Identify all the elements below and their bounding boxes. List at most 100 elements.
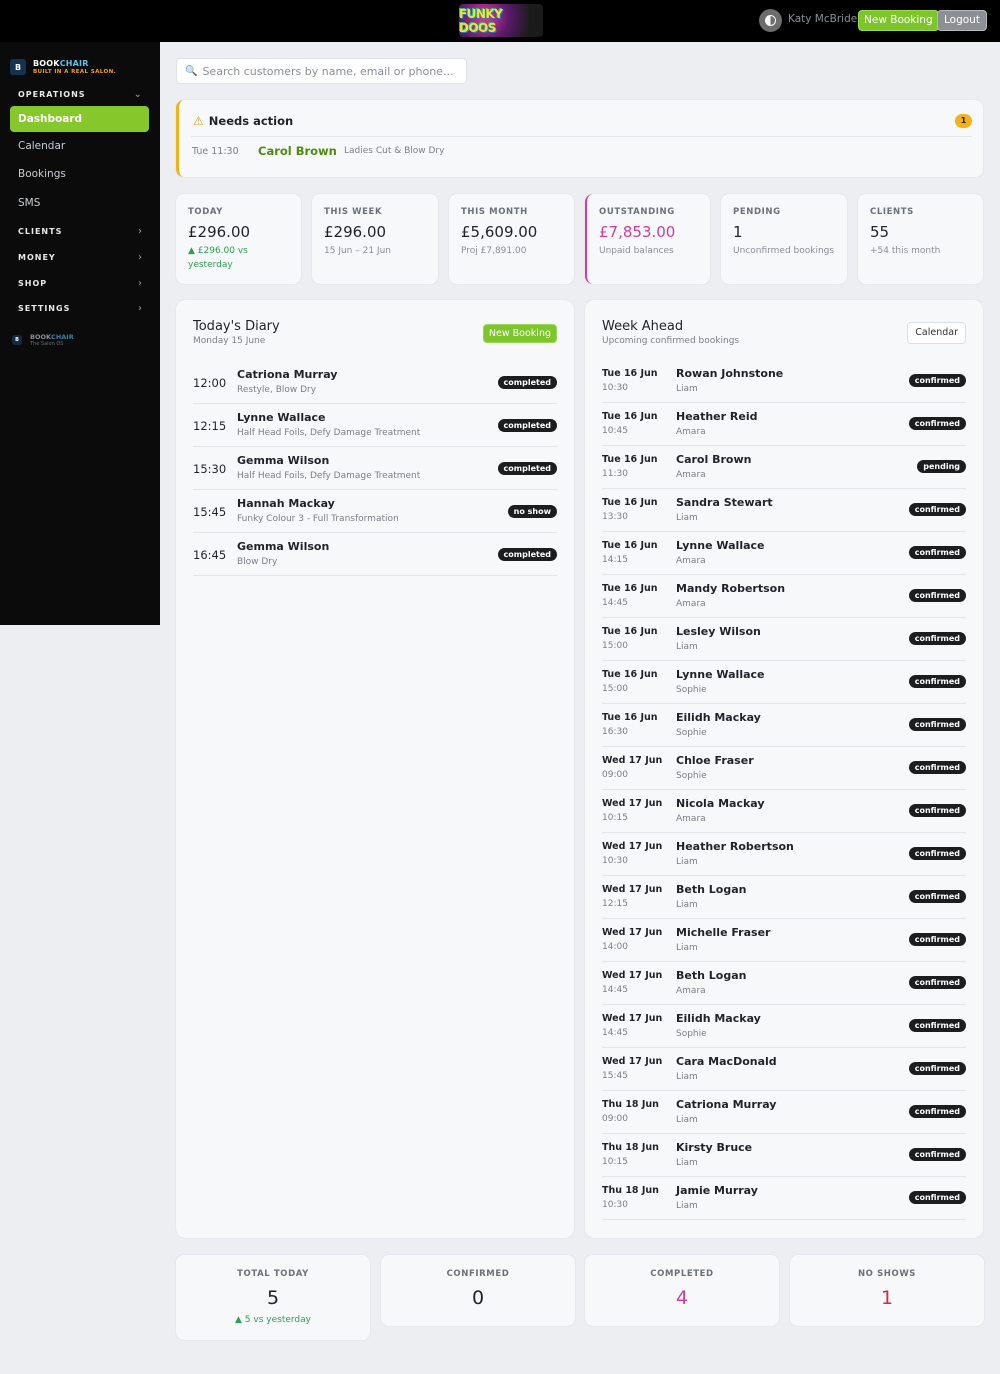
- contrast-icon[interactable]: [759, 9, 782, 32]
- diary-row[interactable]: 16:45 Gemma Wilson Blow Dry completed: [193, 533, 557, 576]
- week-booking-row[interactable]: Tue 16 Jun 10:30 Rowan Johnstone Liam confir…: [602, 360, 966, 403]
- week-booking-row[interactable]: Wed 17 Jun 12:15 Beth Logan Liam confirmed: [602, 876, 966, 919]
- diary-row[interactable]: 15:30 Gemma Wilson Half Head Foils, Defy D…: [193, 447, 557, 490]
- stylist-name: Amara: [676, 470, 706, 480]
- summary-value: 0: [471, 1287, 485, 1309]
- booking-time: 16:30: [602, 727, 628, 737]
- diary-row[interactable]: 12:15 Lynne Wallace Half Head Foils, Defy …: [193, 404, 557, 447]
- appointment-time: 12:15: [193, 419, 227, 433]
- stylist-name: Liam: [676, 943, 698, 953]
- week-booking-row[interactable]: Thu 18 Jun 10:30 Jamie Murray Liam confirmed: [602, 1177, 966, 1220]
- service-name: Blow Dry: [237, 557, 278, 567]
- week-booking-row[interactable]: Tue 16 Jun 11:30 Carol Brown Amara pending: [602, 446, 966, 489]
- week-booking-row[interactable]: Thu 18 Jun 09:00 Catriona Murray Liam confir…: [602, 1091, 966, 1134]
- stat-card-outstanding[interactable]: OUTSTANDING £7,853.00 Unpaid balances: [585, 194, 710, 284]
- divider: [191, 136, 972, 137]
- stylist-name: Liam: [676, 1072, 698, 1082]
- sidebar-item-bookings[interactable]: Bookings: [18, 168, 66, 180]
- stylist-name: Sophie: [676, 1029, 707, 1039]
- new-booking-button[interactable]: New Booking: [858, 10, 939, 31]
- sidebar-item-sms[interactable]: SMS: [18, 197, 40, 209]
- week-booking-row[interactable]: Tue 16 Jun 15:00 Lynne Wallace Sophie confir…: [602, 661, 966, 704]
- week-booking-row[interactable]: Wed 17 Jun 09:00 Chloe Fraser Sophie confirm…: [602, 747, 966, 790]
- stat-card-clients[interactable]: CLIENTS 55 +54 this month: [858, 194, 983, 284]
- client-name: Carol Brown: [676, 453, 752, 466]
- search-input[interactable]: [202, 64, 458, 78]
- chevron-right-icon: ›: [138, 277, 142, 289]
- diary-row[interactable]: 12:00 Catriona Murray Restyle, Blow Dry com…: [193, 361, 557, 404]
- bookchair-logo-icon: B: [12, 335, 22, 345]
- brand-tagline: BUILT IN A REAL SALON.: [33, 69, 117, 75]
- booking-date: Wed 17 Jun: [602, 798, 663, 809]
- sidebar-item-calendar[interactable]: Calendar: [18, 140, 65, 152]
- salon-logo[interactable]: FUNKY DOOS: [459, 4, 543, 37]
- booking-date: Tue 16 Jun: [602, 368, 658, 379]
- booking-time: 14:45: [602, 598, 628, 608]
- status-badge: confirmed: [908, 1019, 966, 1032]
- week-booking-row[interactable]: Tue 16 Jun 10:45 Heather Reid Amara confirme…: [602, 403, 966, 446]
- summary-value: 4: [675, 1287, 689, 1309]
- week-booking-row[interactable]: Tue 16 Jun 14:15 Lynne Wallace Amara confirm…: [602, 532, 966, 575]
- week-booking-row[interactable]: Wed 17 Jun 14:00 Michelle Fraser Liam confir…: [602, 919, 966, 962]
- stat-sub: Unconfirmed bookings: [733, 246, 835, 256]
- week-booking-row[interactable]: Wed 17 Jun 14:45 Beth Logan Amara confirmed: [602, 962, 966, 1005]
- client-name: Cara MacDonald: [676, 1055, 777, 1068]
- stat-card-today[interactable]: TODAY £296.00 ▲ £296.00 vs yesterday: [176, 194, 301, 284]
- stat-card-this-week[interactable]: THIS WEEK £296.00 15 Jun – 21 Jun: [312, 194, 438, 284]
- status-badge: confirmed: [908, 417, 966, 430]
- week-booking-row[interactable]: Tue 16 Jun 13:30 Sandra Stewart Liam confirm…: [602, 489, 966, 532]
- week-booking-row[interactable]: Tue 16 Jun 14:45 Mandy Robertson Amara confi…: [602, 575, 966, 618]
- booking-time: 14:45: [602, 985, 628, 995]
- sidebar-item-dashboard[interactable]: Dashboard: [10, 106, 149, 132]
- section-money[interactable]: MONEY ›: [18, 250, 142, 264]
- status-badge: confirmed: [908, 847, 966, 860]
- needs-action-count-badge: 1: [955, 114, 972, 128]
- panel-title: Week Ahead: [602, 319, 684, 334]
- user-name: Katy McBride: [788, 13, 858, 25]
- booking-time: 14:15: [602, 555, 628, 565]
- needs-action-client-link[interactable]: Carol Brown: [258, 144, 337, 158]
- logout-button[interactable]: Logout: [937, 10, 987, 31]
- section-label: CLIENTS: [18, 226, 63, 236]
- warning-icon: ⚠: [193, 114, 204, 128]
- section-clients[interactable]: CLIENTS ›: [18, 224, 142, 238]
- booking-date: Wed 17 Jun: [602, 1013, 663, 1024]
- summary-value: 5: [266, 1287, 280, 1309]
- booking-time: 10:30: [602, 383, 628, 393]
- summary-confirmed: CONFIRMED 0: [381, 1255, 575, 1326]
- stat-sub: +54 this month: [870, 246, 941, 256]
- sidebar: B BOOKCHAIR BUILT IN A REAL SALON. OPERA…: [0, 42, 160, 625]
- status-badge: confirmed: [908, 761, 966, 774]
- stat-label: CLIENTS: [870, 207, 914, 217]
- search-box[interactable]: 🔍: [176, 58, 467, 84]
- week-booking-row[interactable]: Wed 17 Jun 10:15 Nicola Mackay Amara confirm…: [602, 790, 966, 833]
- summary-label: TOTAL TODAY: [237, 1269, 309, 1279]
- stat-card-pending[interactable]: PENDING 1 Unconfirmed bookings: [721, 194, 847, 284]
- diary-row[interactable]: 15:45 Hannah Mackay Funky Colour 3 - Full …: [193, 490, 557, 533]
- calendar-button[interactable]: Calendar: [907, 322, 966, 344]
- summary-no-shows: NO SHOWS 1: [790, 1255, 984, 1326]
- service-name: Restyle, Blow Dry: [237, 385, 317, 395]
- section-operations[interactable]: OPERATIONS ⌄: [18, 87, 142, 101]
- week-booking-row[interactable]: Tue 16 Jun 16:30 Eilidh Mackay Sophie confir…: [602, 704, 966, 747]
- booking-date: Wed 17 Jun: [602, 927, 663, 938]
- diary-new-booking-button[interactable]: New Booking: [482, 324, 557, 343]
- booking-time: 10:15: [602, 813, 628, 823]
- week-booking-row[interactable]: Wed 17 Jun 10:30 Heather Robertson Liam conf…: [602, 833, 966, 876]
- booking-time: 15:45: [602, 1071, 628, 1081]
- stylist-name: Amara: [676, 814, 706, 824]
- brand[interactable]: B BOOKCHAIR BUILT IN A REAL SALON.: [10, 52, 116, 82]
- stylist-name: Liam: [676, 900, 698, 910]
- section-shop[interactable]: SHOP ›: [18, 276, 142, 290]
- week-booking-row[interactable]: Wed 17 Jun 15:45 Cara MacDonald Liam confirm…: [602, 1048, 966, 1091]
- week-booking-row[interactable]: Wed 17 Jun 14:45 Eilidh Mackay Sophie confir…: [602, 1005, 966, 1048]
- stat-card-this-month[interactable]: THIS MONTH £5,609.00 Proj £7,891.00: [449, 194, 574, 284]
- appointment-time: 12:00: [193, 376, 227, 390]
- client-name: Beth Logan: [676, 883, 747, 896]
- week-booking-row[interactable]: Thu 18 Jun 10:15 Kirsty Bruce Liam confirmed: [602, 1134, 966, 1177]
- section-settings[interactable]: SETTINGS ›: [18, 301, 142, 315]
- week-booking-row[interactable]: Tue 16 Jun 15:00 Lesley Wilson Liam confirme…: [602, 618, 966, 661]
- summary-label: COMPLETED: [650, 1269, 714, 1279]
- stat-sub: Unpaid balances: [599, 246, 674, 256]
- status-badge: confirmed: [908, 933, 966, 946]
